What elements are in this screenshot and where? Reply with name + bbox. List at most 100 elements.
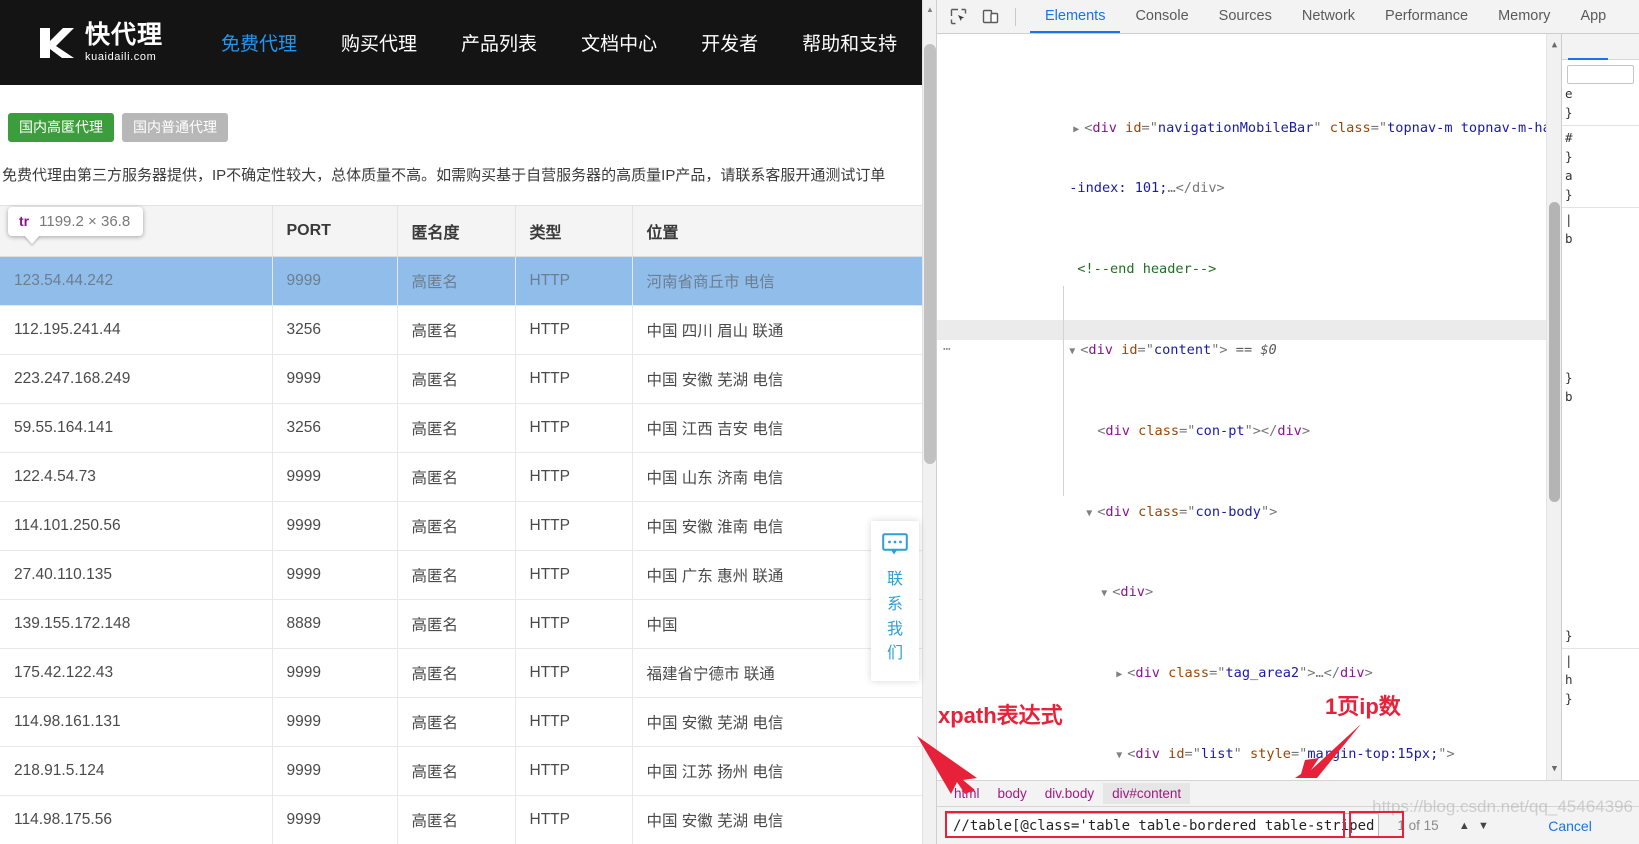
collapse-arrow-icon[interactable] (1069, 342, 1080, 362)
nav-item-free-proxy[interactable]: 免费代理 (221, 29, 297, 56)
cell-type: HTTP (515, 746, 633, 796)
search-input[interactable]: //table[@class='table table-bordered tab… (945, 813, 1380, 838)
collapse-arrow-icon[interactable] (1101, 584, 1112, 604)
col-header-port[interactable]: PORT (272, 204, 398, 257)
cell-anon: 高匿名 (397, 452, 516, 502)
more-options-icon[interactable]: ⋯ (943, 340, 952, 360)
contact-label-char: 们 (886, 645, 903, 663)
dom-attr-value: topnav-m topnav-m-has (1387, 119, 1546, 136)
cell-type: HTTP (515, 599, 633, 649)
expand-arrow-icon[interactable] (1116, 665, 1127, 685)
dom-node-navigation-mobile-bar[interactable]: <div id="navigationMobileBar" class="top… (937, 98, 1546, 136)
proxy-list: IP PORT 匿名度 类型 位置 123.54.44.242 9999 高匿名… (0, 204, 936, 844)
dom-tag: div (1092, 119, 1117, 136)
cell-location: 中国 安徽 芜湖 电信 (632, 354, 931, 404)
breadcrumb-item-html[interactable]: html (945, 783, 989, 804)
tab-memory[interactable]: Memory (1483, 0, 1565, 33)
col-header-type[interactable]: 类型 (515, 204, 633, 257)
scroll-down-arrow-icon[interactable]: ▼ (1547, 761, 1562, 777)
dom-scrollbar-thumb[interactable] (1549, 202, 1560, 502)
breadcrumb-item-body[interactable]: body (989, 783, 1036, 804)
dom-search-bar: //table[@class='table table-bordered tab… (937, 806, 1639, 844)
scroll-up-arrow-icon[interactable]: ▲ (923, 2, 936, 18)
tab-sources[interactable]: Sources (1204, 0, 1287, 33)
dom-attr-value: navigationMobileBar (1157, 119, 1314, 136)
dom-attr-name: class (1329, 119, 1371, 136)
styles-filter-input[interactable] (1567, 65, 1634, 84)
dom-node-con-body[interactable]: <div class="con-body"> (937, 481, 1546, 520)
site-logo[interactable]: 快代理 kuaidaili.com (36, 22, 163, 63)
inspect-element-icon[interactable] (945, 5, 971, 29)
cell-port: 9999 (272, 354, 398, 404)
col-header-location[interactable]: 位置 (632, 204, 931, 257)
chevron-down-icon[interactable]: ▼ (1474, 813, 1493, 838)
col-header-anon[interactable]: 匿名度 (397, 204, 516, 257)
dom-node-con-pt[interactable]: <div class="con-pt"></div> (937, 401, 1546, 439)
table-row[interactable]: 122.4.54.73 9999 高匿名 HTTP 中国 山东 济南 电信 (0, 452, 931, 502)
styles-line: b (1565, 389, 1573, 404)
tab-elements[interactable]: Elements (1030, 0, 1121, 33)
table-row[interactable]: 59.55.164.141 3256 高匿名 HTTP 中国 江西 吉安 电信 (0, 403, 931, 453)
table-row[interactable]: 114.101.250.56 9999 高匿名 HTTP 中国 安徽 淮南 电信 (0, 501, 931, 551)
devtools-tab-bar: Elements Console Sources Network Perform… (1030, 0, 1621, 33)
cell-anon: 高匿名 (397, 599, 516, 649)
cell-port: 8889 (272, 599, 398, 649)
collapse-arrow-icon[interactable] (1086, 504, 1097, 524)
dom-tree-pane[interactable]: <div id="navigationMobileBar" class="top… (937, 34, 1546, 780)
table-row[interactable]: 27.40.110.135 9999 高匿名 HTTP 中国 广东 惠州 联通 (0, 550, 931, 600)
cell-anon: 高匿名 (397, 256, 516, 306)
breadcrumb: html body div.body div#content (937, 780, 1639, 806)
tab-network[interactable]: Network (1287, 0, 1370, 33)
logo-wordmark: 快代理 kuaidaili.com (85, 22, 163, 63)
cell-port: 9999 (272, 648, 398, 698)
table-row[interactable]: 123.54.44.242 9999 高匿名 HTTP 河南省商丘市 电信 (0, 256, 931, 306)
tab-console[interactable]: Console (1120, 0, 1203, 33)
dom-tree-scrollbar[interactable]: ▲ ▼ (1546, 34, 1561, 780)
devtools-panel: Elements Console Sources Network Perform… (936, 0, 1639, 844)
device-toolbar-icon[interactable] (977, 5, 1003, 29)
tooltip-dimensions: 1199.2 × 36.8 (39, 212, 131, 230)
dom-comment-text: <!--end header--> (1077, 261, 1217, 278)
nav-item-docs[interactable]: 文档中心 (581, 29, 657, 56)
cancel-button[interactable]: Cancel (1509, 813, 1631, 838)
tab-performance[interactable]: Performance (1370, 0, 1483, 33)
tab-application[interactable]: App (1565, 0, 1621, 33)
table-row[interactable]: 114.98.175.56 9999 高匿名 HTTP 中国 安徽 芜湖 电信 (0, 795, 931, 844)
table-row[interactable]: 223.247.168.249 9999 高匿名 HTTP 中国 安徽 芜湖 电… (0, 354, 931, 404)
table-row[interactable]: 175.42.122.43 9999 高匿名 HTTP 福建省宁德市 联通 (0, 648, 931, 698)
page-scrollbar[interactable]: ▲ (922, 0, 936, 844)
chevron-up-icon[interactable]: ▲ (1455, 813, 1474, 838)
tab-domestic-high-anon[interactable]: 国内高匿代理 (8, 113, 114, 142)
styles-panel-sliver: e } # } a } | b } b } | h } (1561, 34, 1639, 780)
styles-tab-bar[interactable] (1562, 34, 1639, 60)
breadcrumb-item-div-body[interactable]: div.body (1036, 783, 1103, 804)
nav-item-buy-proxy[interactable]: 购买代理 (341, 29, 417, 56)
cell-ip: 27.40.110.135 (0, 550, 273, 600)
dom-node-content-div[interactable]: ⋯<div id="content"> == $0 (937, 319, 1546, 358)
dom-node-list-div[interactable]: <div id="list" style="margin-top:15px;"> (937, 724, 1546, 762)
styles-line: | (1562, 648, 1639, 670)
devtools-toolbar: Elements Console Sources Network Perform… (937, 0, 1639, 34)
dom-node-tag-area2[interactable]: <div class="tag_area2">…</div> (937, 643, 1546, 681)
table-row[interactable]: 114.98.161.131 9999 高匿名 HTTP 中国 安徽 芜湖 电信 (0, 697, 931, 747)
table-row[interactable]: 139.155.172.148 8889 高匿名 HTTP 中国 (0, 599, 931, 649)
cell-ip: 223.247.168.249 (0, 354, 273, 404)
nav-item-help-support[interactable]: 帮助和支持 (802, 29, 897, 56)
cell-location: 中国 安徽 芜湖 电信 (632, 697, 931, 747)
contact-us-widget[interactable]: 联 系 我 们 (871, 521, 919, 682)
dom-node-plain-div[interactable]: <div> (937, 562, 1546, 600)
cell-ip: 139.155.172.148 (0, 599, 273, 649)
nav-item-product-list[interactable]: 产品列表 (461, 29, 537, 56)
cell-type: HTTP (515, 403, 633, 453)
collapse-arrow-icon[interactable] (1116, 746, 1127, 766)
scroll-up-arrow-icon[interactable]: ▲ (1547, 37, 1562, 53)
tab-domestic-normal[interactable]: 国内普通代理 (122, 113, 228, 142)
nav-item-developer[interactable]: 开发者 (701, 29, 758, 56)
cell-location: 中国 山东 济南 电信 (632, 452, 931, 502)
table-row[interactable]: 218.91.5.124 9999 高匿名 HTTP 中国 江苏 扬州 电信 (0, 746, 931, 796)
expand-arrow-icon[interactable] (1073, 120, 1084, 140)
breadcrumb-item-div-content[interactable]: div#content (1103, 783, 1191, 804)
cell-ip: 114.98.175.56 (0, 795, 273, 844)
page-scrollbar-thumb[interactable] (924, 44, 936, 464)
table-row[interactable]: 112.195.241.44 3256 高匿名 HTTP 中国 四川 眉山 联通 (0, 305, 931, 355)
